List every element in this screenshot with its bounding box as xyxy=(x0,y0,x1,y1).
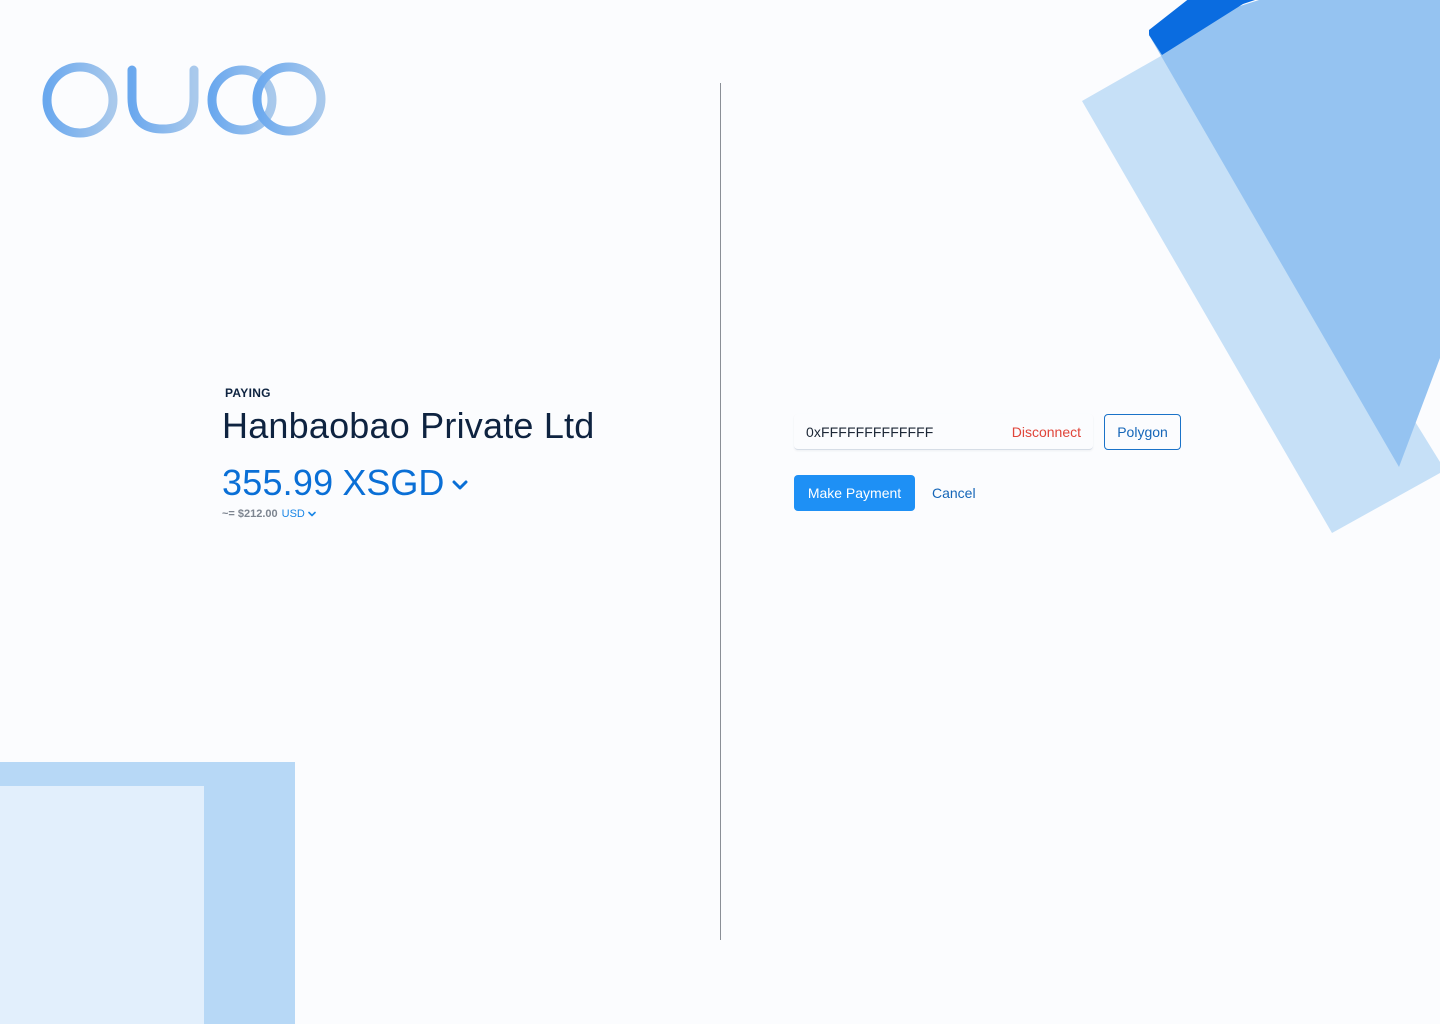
chevron-down-icon[interactable] xyxy=(308,511,316,517)
payment-currency: XSGD xyxy=(342,462,445,503)
fiat-currency-selector[interactable]: USD xyxy=(282,508,316,520)
merchant-name: Hanbaobao Private Ltd xyxy=(222,405,595,446)
deco-mid-band xyxy=(1149,0,1440,467)
chevron-down-icon[interactable] xyxy=(452,479,468,491)
payment-actions: Make Payment Cancel xyxy=(794,475,976,511)
fiat-equivalent: ~= $212.00 USD xyxy=(222,508,702,520)
paying-label: PAYING xyxy=(225,386,271,400)
wallet-connection: 0xFFFFFFFFFFFFF Disconnect Polygon xyxy=(794,414,1184,450)
qubo-logo[interactable] xyxy=(40,46,340,156)
wallet-address: 0xFFFFFFFFFFFFF xyxy=(806,423,934,440)
deco-dark-strip xyxy=(1149,0,1250,55)
deco-light-band xyxy=(1082,44,1440,533)
deco-dark-band xyxy=(1149,0,1440,35)
deco-square-outer xyxy=(0,762,295,1024)
disconnect-link[interactable]: Disconnect xyxy=(1012,424,1081,440)
make-payment-button[interactable]: Make Payment xyxy=(794,475,915,511)
payment-summary: PAYING Hanbaobao Private Ltd 355.99 XSGD… xyxy=(222,386,702,520)
deco-square-inner xyxy=(0,786,204,1024)
wallet-address-field: 0xFFFFFFFFFFFFF Disconnect xyxy=(794,414,1093,450)
approx-prefix: ~= xyxy=(222,508,235,520)
fiat-currency-label: USD xyxy=(281,508,305,520)
panel-divider xyxy=(720,83,721,940)
fiat-amount: $212.00 xyxy=(237,508,278,520)
payment-page: PAYING Hanbaobao Private Ltd 355.99 XSGD… xyxy=(0,0,1440,1024)
payment-amount: 355.99 xyxy=(222,462,334,503)
token-currency-selector[interactable]: 355.99 XSGD xyxy=(222,462,702,503)
network-selector-button[interactable]: Polygon xyxy=(1104,414,1181,450)
cancel-link[interactable]: Cancel xyxy=(932,485,976,501)
